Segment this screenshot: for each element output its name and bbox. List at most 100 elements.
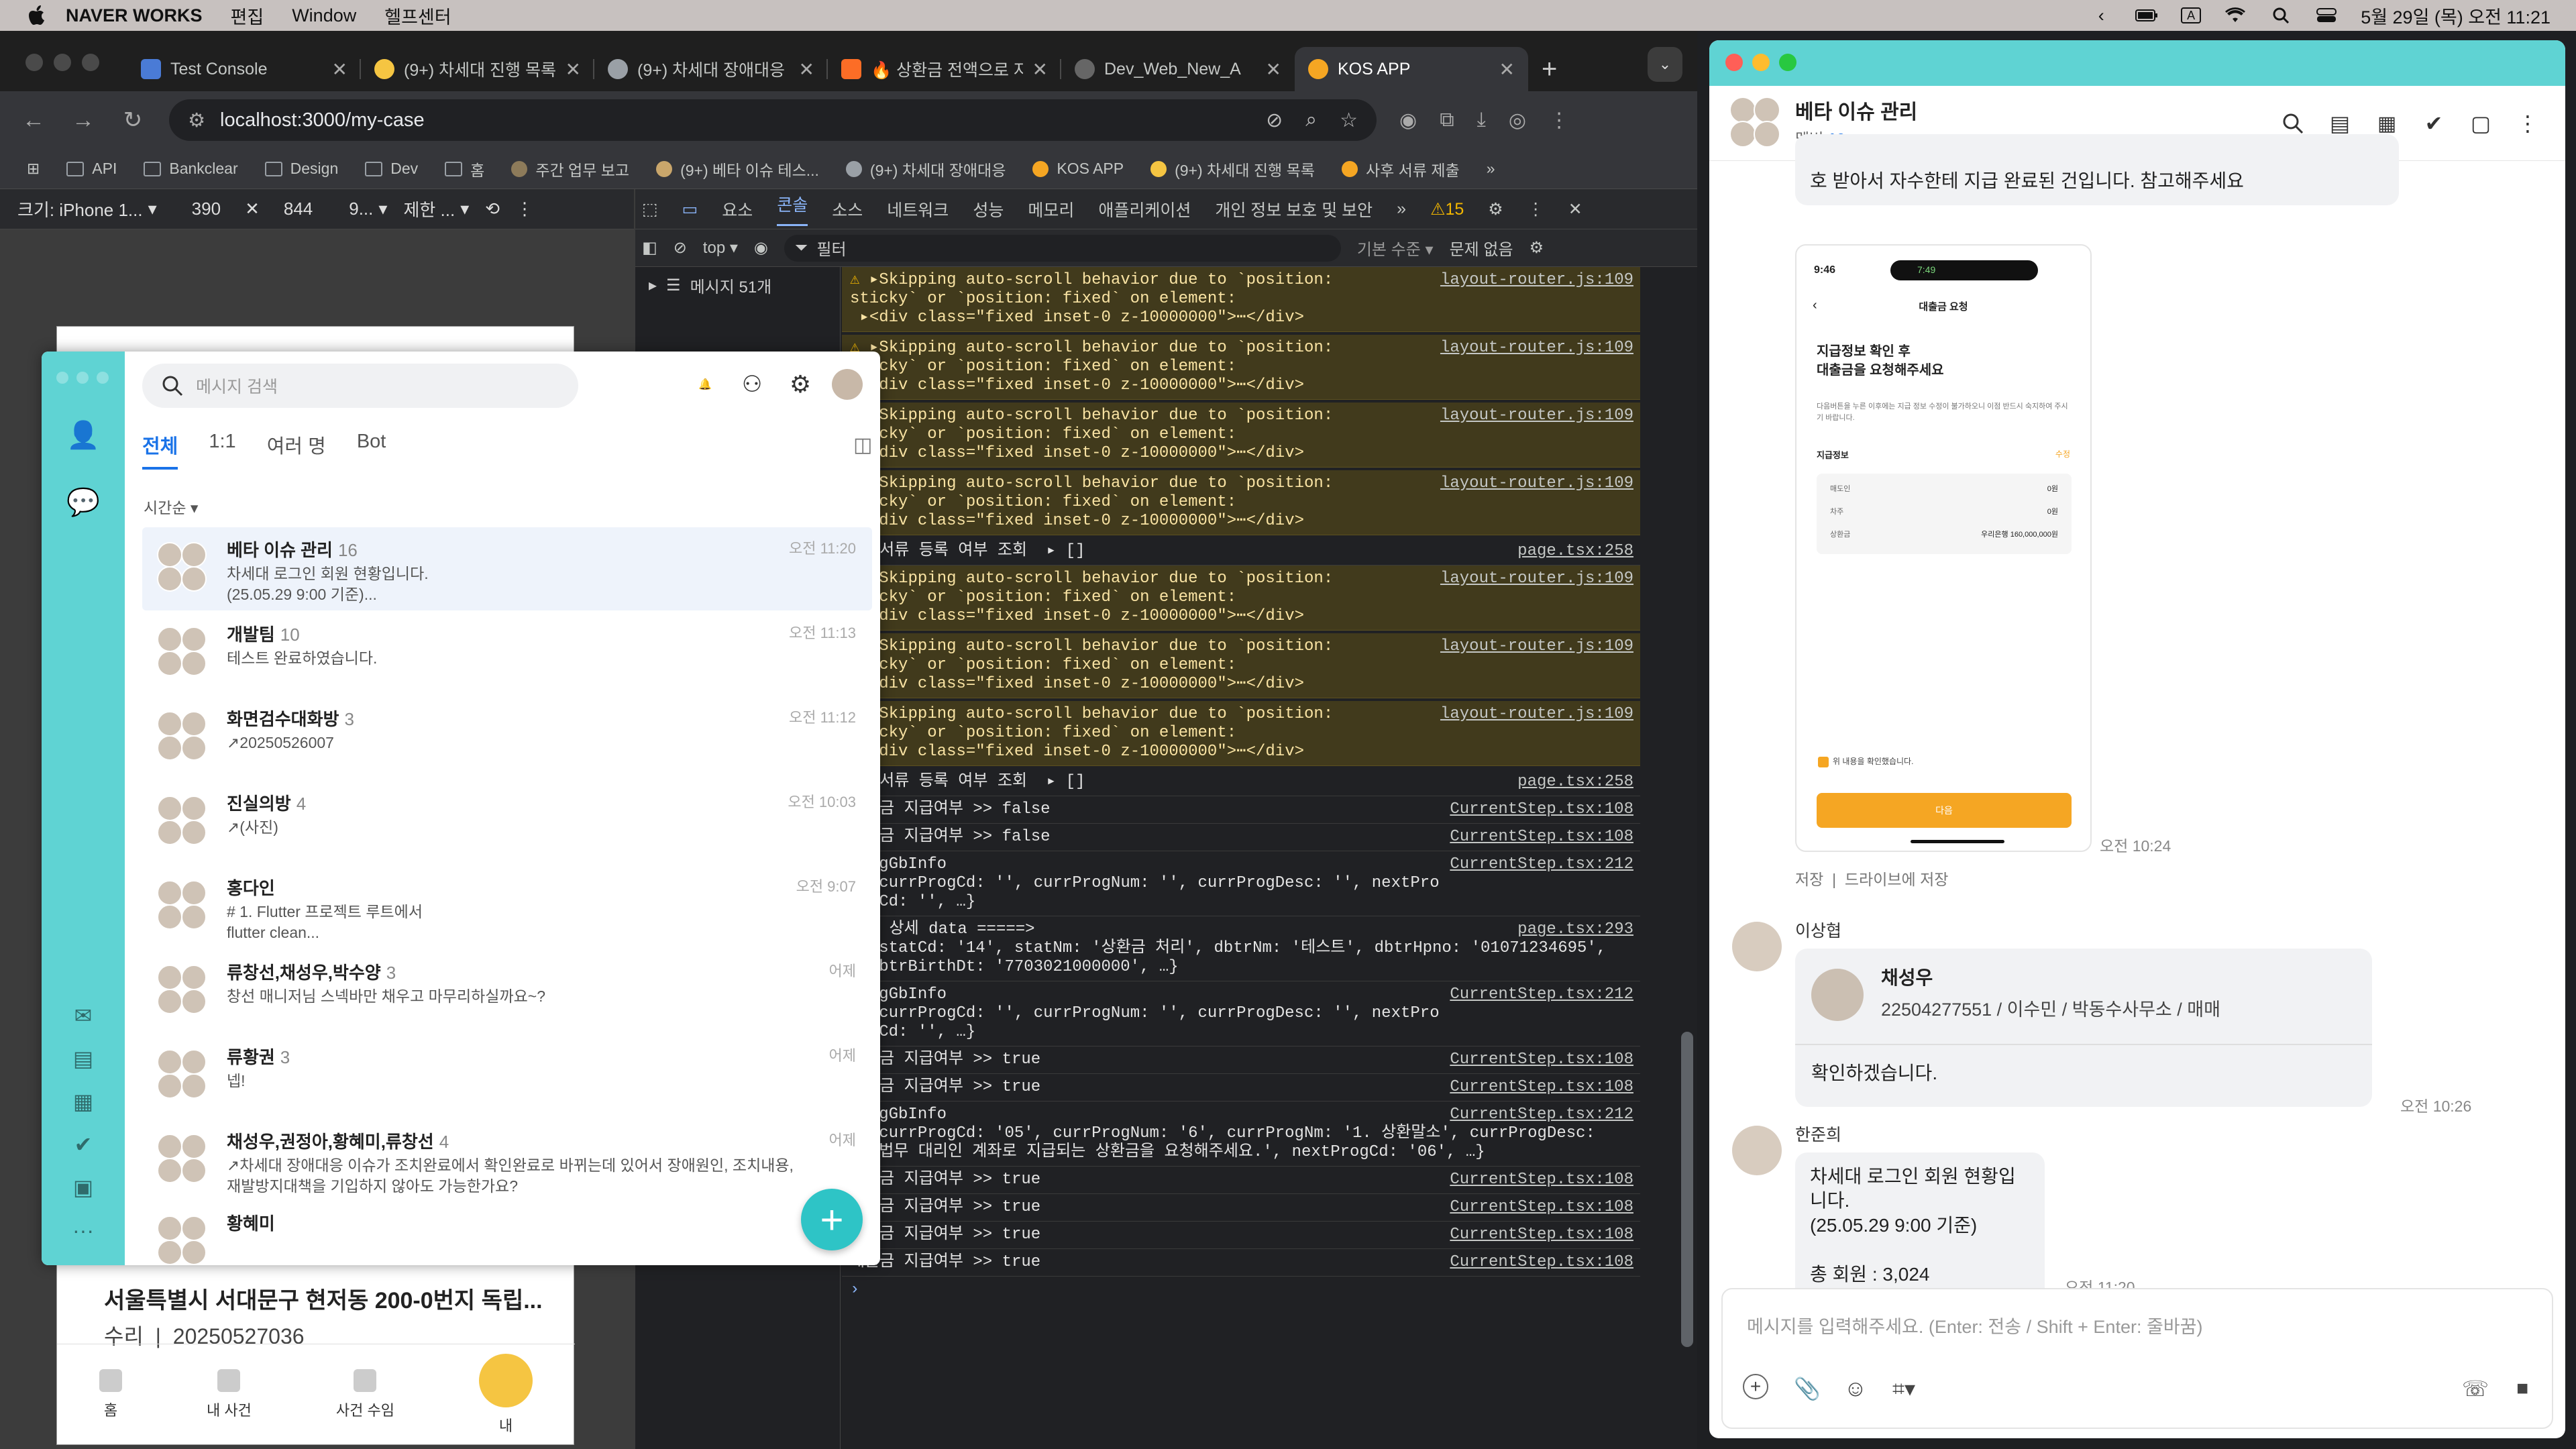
kebab-menu-icon[interactable]: ⋮ <box>1549 109 1569 132</box>
menubar-item-help[interactable]: 헬프센터 <box>384 3 451 29</box>
settings-gear-icon[interactable]: ⚙ <box>1488 199 1503 219</box>
console-log-line[interactable]: 대출금 지급여부 >> true CurrentStep.tsx:108 <box>842 1249 1640 1277</box>
window-close-button[interactable] <box>25 54 43 71</box>
phone-call-icon[interactable]: ☏ <box>2461 1374 2490 1403</box>
source-link[interactable]: page.tsx:258 <box>1517 773 1633 792</box>
sidebar-toggle-icon[interactable]: ◧ <box>642 238 657 258</box>
tab-elements[interactable]: 요소 <box>722 197 753 221</box>
nav-my[interactable]: 내 <box>478 1353 533 1436</box>
source-link[interactable]: page.tsx:293 <box>1517 920 1633 939</box>
tab-sources[interactable]: 소스 <box>832 197 863 221</box>
bookmark-item[interactable]: (9+) 차세대 진행 목록 <box>1150 158 1315 180</box>
source-link[interactable]: CurrentStep.tsx:108 <box>1450 1051 1633 1069</box>
devtools-kebab-icon[interactable]: ⋮ <box>1527 199 1544 219</box>
device-select[interactable]: 크기: iPhone 1... ▾ <box>17 197 157 221</box>
search-icon[interactable] <box>2269 6 2292 25</box>
inspect-element-icon[interactable]: ⬚ <box>642 199 658 219</box>
settings-gear-icon[interactable]: ⚙ <box>785 369 816 400</box>
sidebar-messages-item[interactable]: ▸ ☰ 메시지 51개 <box>635 267 840 304</box>
context-select[interactable]: top ▾ <box>703 238 738 258</box>
bookmark-item[interactable]: (9+) 베타 이슈 테스... <box>656 158 819 180</box>
bookmark-star-icon[interactable]: ☆ <box>1340 109 1358 132</box>
source-link[interactable]: CurrentStep.tsx:212 <box>1450 985 1633 1004</box>
rotate-icon[interactable]: ⟲ <box>485 199 500 219</box>
source-link[interactable]: layout-router.js:109 <box>1440 570 1633 588</box>
image-attachment[interactable]: 9:46 7:49 ‹ 대출금 요청 지급정보 확인 후 대출금을 요청해주세요… <box>1795 244 2092 852</box>
apple-icon[interactable] <box>25 3 50 28</box>
bookmark-item[interactable]: Design <box>264 160 338 178</box>
console-log-line[interactable]: 대출금 지급여부 >> false CurrentStep.tsx:108 <box>842 796 1640 824</box>
console-log-line[interactable]: 대출금 지급여부 >> true CurrentStep.tsx:108 <box>842 1167 1640 1194</box>
task-check-icon[interactable]: ✔ <box>67 1128 99 1161</box>
calendar-icon[interactable]: ▦ <box>2373 110 2400 137</box>
bookmark-item[interactable]: Dev <box>365 160 418 178</box>
source-link[interactable]: CurrentStep.tsx:108 <box>1450 1226 1633 1244</box>
chevron-left-icon[interactable]: ‹ <box>2090 5 2112 25</box>
nav-home[interactable]: 홈 <box>99 1368 122 1420</box>
bookmark-item[interactable]: KOS APP <box>1032 160 1124 178</box>
browser-tab[interactable]: Dev_Web_New_A ✕ <box>1061 47 1295 91</box>
console-log-line[interactable]: 대출금 지급여부 >> true CurrentStep.tsx:108 <box>842 1194 1640 1222</box>
add-icon[interactable]: + <box>1743 1374 1768 1399</box>
device-height-input[interactable]: 844 <box>284 199 313 219</box>
window-zoom-button[interactable] <box>82 54 99 71</box>
control-center-icon[interactable] <box>2315 6 2338 25</box>
message-search-input[interactable]: 메시지 검색 <box>142 364 578 408</box>
close-tab-icon[interactable]: ✕ <box>799 58 814 80</box>
avatar[interactable] <box>832 369 863 400</box>
battery-icon[interactable] <box>2135 6 2158 25</box>
chat-room-item[interactable]: 진실의방 4 ↗(사진) 오전 10:03 <box>142 781 872 864</box>
console-warning[interactable]: ⚠ ▸Skipping auto-scroll behavior due to … <box>842 633 1640 698</box>
source-link[interactable]: CurrentStep.tsx:108 <box>1450 1171 1633 1189</box>
avatar[interactable] <box>1732 922 1782 971</box>
source-link[interactable]: CurrentStep.tsx:108 <box>1450 1198 1633 1217</box>
wifi-icon[interactable] <box>2224 6 2247 25</box>
window-minimize-button[interactable] <box>76 372 89 384</box>
window-zoom-button[interactable] <box>97 372 109 384</box>
address-bar[interactable]: ⚙ localhost:3000/my-case ⊘ ⌕ ☆ <box>169 99 1377 141</box>
back-icon[interactable]: ← <box>20 107 47 133</box>
console-log-line[interactable]: 보정서류 등록 여부 조회 ▸ [] page.tsx:258 <box>842 538 1640 566</box>
chat-room-item[interactable]: 채성우,권정아,황혜미,류창선 4 ↗차세대 장애대응 이슈가 조치완료에서 확인완… <box>142 1119 872 1202</box>
chat-room-item[interactable]: 홍다인 # 1. Flutter 프로젝트 루트에서 flutter clean.… <box>142 865 872 949</box>
more-apps-icon[interactable]: ··· <box>67 1214 99 1246</box>
notes-icon[interactable]: ▤ <box>2326 110 2353 137</box>
chat-room-item[interactable]: 베타 이슈 관리 16 차세대 로그인 회원 현황입니다. (25.05.29 9:… <box>142 527 872 610</box>
source-link[interactable]: CurrentStep.tsx:212 <box>1450 1106 1633 1124</box>
tab-all[interactable]: 전체 <box>142 431 178 470</box>
tab-privacy-security[interactable]: 개인 정보 보호 및 보안 <box>1215 197 1373 221</box>
drive-icon[interactable]: ▣ <box>67 1171 99 1203</box>
message-composer[interactable]: 메시지를 입력해주세요. (Enter: 전송 / Shift + Enter:… <box>1721 1288 2553 1429</box>
live-expression-eye-icon[interactable]: ◉ <box>754 238 768 258</box>
site-info-icon[interactable]: ⚙ <box>188 109 205 132</box>
nav-case-accept[interactable]: 사건 수임 <box>336 1368 394 1420</box>
source-link[interactable]: layout-router.js:109 <box>1440 407 1633 425</box>
window-zoom-button[interactable] <box>1779 54 1796 71</box>
eye-off-icon[interactable]: ⊘ <box>1266 109 1283 132</box>
chat-room-item[interactable]: 개발팀 10 테스트 완료하였습니다. 오전 11:13 <box>142 612 872 695</box>
source-link[interactable]: CurrentStep.tsx:108 <box>1450 800 1633 819</box>
board-icon[interactable]: ▤ <box>67 1042 99 1075</box>
source-link[interactable]: layout-router.js:109 <box>1440 637 1633 656</box>
video-call-icon[interactable]: ■ <box>2508 1374 2537 1403</box>
tab-one-to-one[interactable]: 1:1 <box>209 431 235 470</box>
calendar-icon[interactable]: ▦ <box>67 1085 99 1118</box>
url-text[interactable]: localhost:3000/my-case <box>220 109 425 131</box>
console-warning[interactable]: ⚠ ▸Skipping auto-scroll behavior due to … <box>842 701 1640 766</box>
tab-group[interactable]: 여러 명 <box>267 431 326 470</box>
more-bookmarks-icon[interactable]: » <box>1487 160 1495 178</box>
console-prompt[interactable]: › <box>842 1277 1640 1303</box>
input-source-icon[interactable]: A <box>2181 7 2202 23</box>
org-chart-icon[interactable]: ⚇ <box>737 369 767 400</box>
contacts-icon[interactable]: 👤 <box>66 419 100 451</box>
download-icon[interactable]: ⤓ <box>1477 109 1486 131</box>
menubar-item-edit[interactable]: 편집 <box>231 3 264 29</box>
close-tab-icon[interactable]: ✕ <box>1032 58 1048 80</box>
source-link[interactable]: CurrentStep.tsx:108 <box>1450 1253 1633 1272</box>
search-icon[interactable] <box>2279 110 2306 137</box>
zoom-icon[interactable]: ⌕ <box>1305 109 1317 132</box>
source-link[interactable]: layout-router.js:109 <box>1440 271 1633 290</box>
tab-bot[interactable]: Bot <box>357 431 386 470</box>
console-log-line[interactable]: 보정서류 등록 여부 조회 ▸ [] page.tsx:258 <box>842 769 1640 796</box>
apps-grid-icon[interactable]: ⊞ <box>27 160 40 178</box>
